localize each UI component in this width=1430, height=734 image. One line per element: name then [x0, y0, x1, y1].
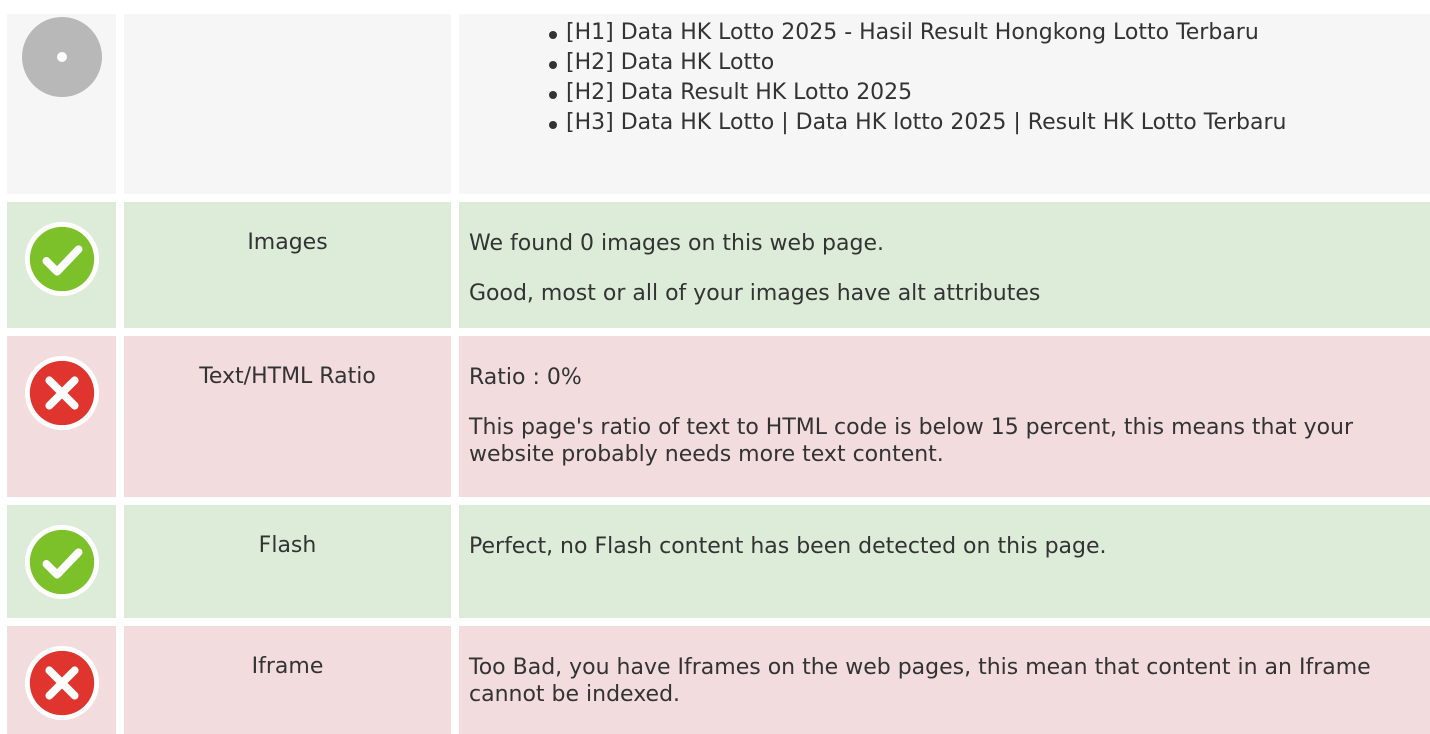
icon-cell: [7, 202, 116, 328]
check-label: Images: [124, 202, 451, 328]
check-icon: [24, 524, 100, 600]
cross-icon: [24, 645, 100, 721]
detail-text: Perfect, no Flash content has been detec…: [469, 534, 1107, 559]
label-cell: [124, 14, 451, 194]
cross-icon: [24, 355, 100, 431]
check-label: Flash: [124, 505, 451, 618]
check-label: Text/HTML Ratio: [124, 336, 451, 497]
heading-item: [H1] Data HK Lotto 2025 - Hasil Result H…: [520, 19, 1420, 47]
detail-text: This page's ratio of text to HTML code i…: [469, 415, 1354, 467]
icon-cell: [7, 336, 116, 497]
icon-cell: [7, 14, 116, 194]
check-label: Iframe: [124, 626, 451, 734]
check-details: Perfect, no Flash content has been detec…: [459, 505, 1430, 618]
check-icon: [24, 221, 100, 297]
detail-text: Ratio : 0%: [469, 365, 582, 390]
headings-list: [H1] Data HK Lotto 2025 - Hasil Result H…: [520, 19, 1420, 139]
check-details: We found 0 images on this web page. Good…: [459, 202, 1430, 328]
check-details: Too Bad, you have Iframes on the web pag…: [459, 626, 1430, 734]
heading-item: [H2] Data HK Lotto: [520, 49, 1420, 77]
flash-row: Flash Perfect, no Flash content has been…: [7, 505, 1430, 618]
icon-cell: [7, 626, 116, 734]
detail-text: We found 0 images on this web page.: [469, 231, 884, 256]
neutral-circle-icon: [22, 17, 102, 97]
heading-item: [H3] Data HK Lotto | Data HK lotto 2025 …: [520, 109, 1420, 137]
check-details: Ratio : 0% This page's ratio of text to …: [459, 336, 1430, 497]
images-row: Images We found 0 images on this web pag…: [7, 202, 1430, 328]
heading-item: [H2] Data Result HK Lotto 2025: [520, 79, 1420, 107]
detail-text: Good, most or all of your images have al…: [469, 281, 1041, 306]
icon-cell: [7, 505, 116, 618]
detail-text: Too Bad, you have Iframes on the web pag…: [469, 655, 1371, 707]
text-html-ratio-row: Text/HTML Ratio Ratio : 0% This page's r…: [7, 336, 1430, 497]
iframe-row: Iframe Too Bad, you have Iframes on the …: [7, 626, 1430, 734]
